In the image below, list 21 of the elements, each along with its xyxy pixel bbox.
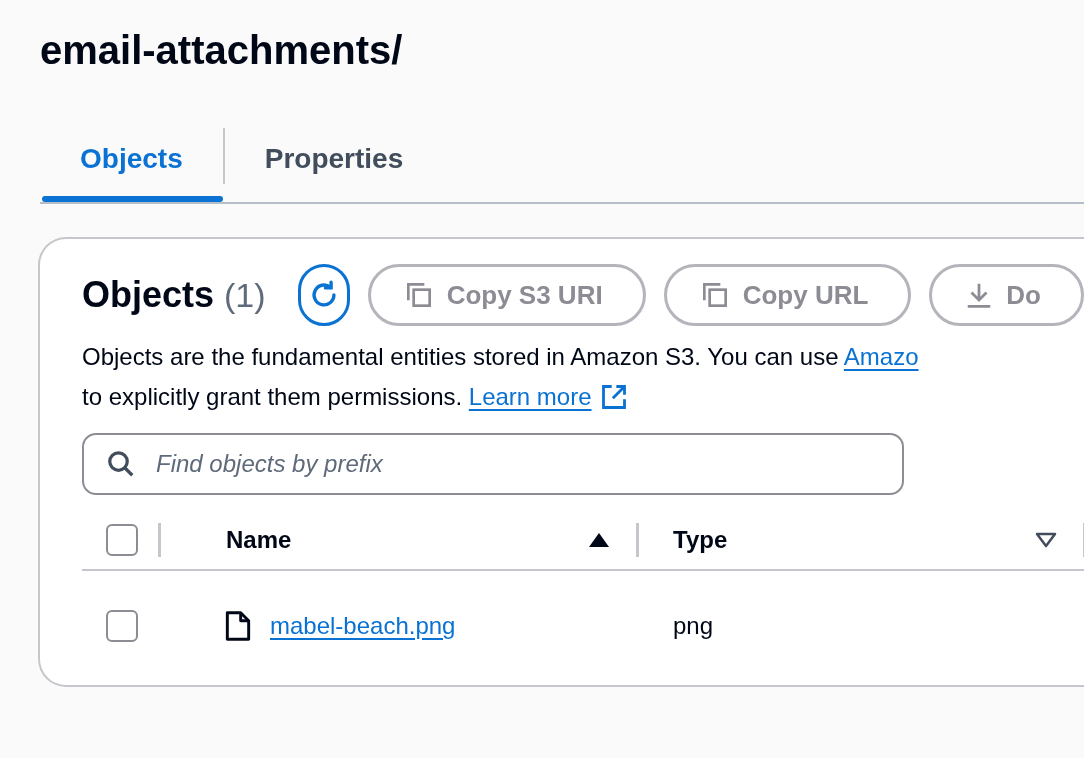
external-link-icon: [599, 383, 628, 411]
search-field[interactable]: Find objects by prefix: [82, 433, 904, 495]
tab[interactable]: Objects: [40, 128, 223, 202]
sort-ascending-icon[interactable]: [588, 532, 610, 548]
link[interactable]: Amazo: [843, 343, 919, 370]
checkbox[interactable]: [106, 524, 138, 556]
sort-icon[interactable]: [1035, 532, 1057, 548]
column-header[interactable]: Type: [673, 522, 728, 558]
object-link[interactable]: mabel-beach.png: [270, 608, 456, 644]
file-icon: [224, 610, 252, 642]
object-count: (1): [224, 275, 266, 316]
checkbox[interactable]: [106, 610, 138, 642]
description: Objects are the fundamental entities stored in Amazon S3. You can use Amazo to explicitly grant them permissions. Learn more: [82, 337, 1084, 417]
table-cell: png: [673, 612, 714, 639]
column-header[interactable]: Name: [226, 522, 292, 558]
search-icon: [106, 449, 136, 479]
panel-title: Objects: [82, 273, 215, 317]
refresh-button[interactable]: [297, 264, 350, 326]
tab[interactable]: Properties: [224, 128, 444, 202]
page-title: email-attachments/: [40, 27, 403, 74]
learn-more-link[interactable]: Learn more: [468, 377, 628, 417]
